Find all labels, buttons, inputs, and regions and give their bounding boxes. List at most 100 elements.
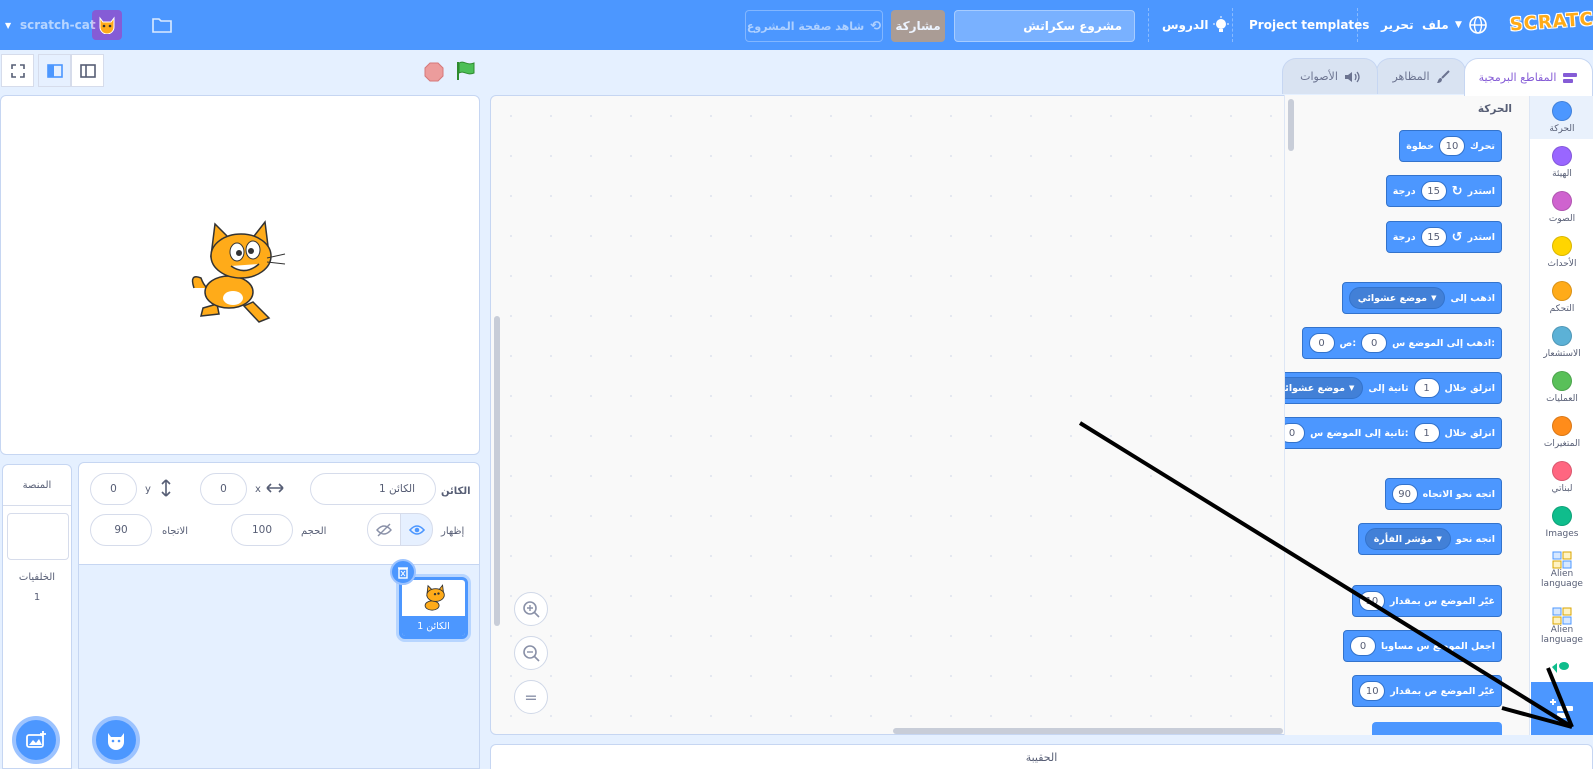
account-chevron-down-icon[interactable]: ▼ [5,0,11,50]
delete-sprite-button[interactable] [390,559,416,585]
block-number-input[interactable]: 0 [1350,636,1377,656]
category-motion[interactable]: الحركة [1530,101,1593,134]
small-stage-button[interactable] [38,54,71,87]
backdrop-thumbnail[interactable] [7,513,69,560]
block-number-input[interactable]: 10 [1358,591,1385,611]
block-number-input[interactable]: 15 [1420,227,1447,247]
palette-scrollbar[interactable] [1288,99,1294,151]
share-button[interactable]: مشاركة [891,10,945,42]
block-move-steps[interactable]: تحرك 10 خطوة [1399,130,1502,162]
add-extension-button[interactable] [1531,682,1593,735]
stage-canvas[interactable] [0,95,480,455]
block-change-x[interactable]: غيّر الموضع س بمقدار 10 [1351,585,1502,617]
tab-costumes[interactable]: المظاهر [1376,58,1466,94]
project-templates-menu[interactable]: Project templates [1249,0,1369,50]
stop-button[interactable] [424,62,444,85]
sprite-name-input[interactable]: الكائن 1 [310,473,436,505]
block-number-input[interactable]: 10 [1438,136,1465,156]
tab-code[interactable]: المقاطع البرمجية [1464,58,1593,96]
block-turn-left[interactable]: استدر ↺ 15 درجة [1385,221,1502,253]
block-goto-target[interactable]: اذهب إلى موضع عشوائي ▼ [1341,282,1502,314]
block-point-towards[interactable]: اتجه نحو مؤشر الفأرة ▼ [1357,523,1502,555]
block-turn-right[interactable]: استدر ↻ 15 درجة [1385,175,1502,207]
block-number-input[interactable]: 1 [1413,423,1440,443]
stop-icon [424,62,444,82]
block-number-input[interactable]: 0 [1308,333,1335,353]
category-label: التحكم [1549,304,1575,314]
rotate-left-icon: ↺ [1451,229,1463,245]
sprite-tile[interactable]: الكائن 1 [399,577,468,639]
block-dropdown[interactable]: موضع عشوائي▼ [1348,287,1446,309]
direction-input[interactable]: 90 [90,514,152,546]
block-number-input[interactable]: 0 [1361,333,1388,353]
category-operators[interactable]: العمليات [1530,371,1593,404]
file-menu[interactable]: ملف [1422,0,1449,50]
category-alien-language-2[interactable]: Alien language [1530,607,1593,645]
cat-sprite[interactable] [189,218,289,328]
category-sensing[interactable]: الاستشعار [1530,326,1593,359]
category-variables[interactable]: المتغيرات [1530,416,1593,449]
dropdown-arrow-icon: ▼ [1349,384,1355,392]
category-images[interactable]: Images [1530,506,1593,539]
block-text: خطوة [1406,140,1434,152]
backpack-header[interactable]: الحقيبة [490,744,1593,769]
block-glide-target[interactable]: انزلق خلال 1 ثانية إلى موضع عشوائي▼ [1285,372,1502,404]
block-number-input[interactable]: 1 [1413,378,1440,398]
see-project-page-button[interactable]: شاهد صفحة المشروع ⟲ [745,10,883,42]
category-label: Images [1545,529,1579,539]
size-input[interactable]: 100 [231,514,293,546]
category-menu: الحركة الهيئة الصوت الأحداث التحكم الاست… [1529,95,1593,735]
block-dropdown[interactable]: مؤشر الفأرة ▼ [1364,528,1451,550]
vertical-scrollbar[interactable] [494,316,500,626]
large-stage-icon [79,63,96,78]
green-flag-button[interactable] [455,60,477,85]
block-number-input[interactable]: 15 [1420,181,1447,201]
zoom-in-button[interactable] [514,592,548,626]
category-my-blocks[interactable]: لبناتي [1530,461,1593,494]
tutorials-button[interactable]: الدروس [1162,0,1230,50]
block-dropdown[interactable]: موضع عشوائي▼ [1285,377,1364,399]
block-text: تحرك [1469,140,1495,152]
block-number-input[interactable]: 0 [1285,423,1306,443]
text-to-speech-icon[interactable] [1550,661,1570,675]
choose-backdrop-button[interactable] [12,716,60,764]
category-dot [1552,146,1572,166]
avatar[interactable] [92,10,122,40]
block-number-input[interactable]: 90 [1391,484,1418,504]
zoom-out-button[interactable] [514,636,548,670]
my-stuff-folder-icon[interactable] [151,15,173,38]
x-position-input[interactable]: 0 [200,473,247,505]
size-label: الحجم [301,526,327,537]
block-change-y[interactable]: غيّر الموضع ص بمقدار 10 [1352,675,1502,707]
edit-menu[interactable]: تحرير [1381,0,1414,50]
zoom-reset-button[interactable]: = [514,680,548,714]
category-events[interactable]: الأحداث [1530,236,1593,269]
hide-sprite-button[interactable] [367,513,401,546]
block-point-direction[interactable]: اتجه نحو الاتجاه 90 [1384,478,1502,510]
block-text: ثانية إلى [1368,382,1409,394]
choose-sprite-button[interactable] [92,716,140,764]
large-stage-button[interactable] [71,54,104,87]
block-goto-xy[interactable]: اذهب إلى الموضع س: 0 ص: 0 [1301,327,1502,359]
y-position-input[interactable]: 0 [90,473,137,505]
tab-sounds[interactable]: الأصوات [1282,58,1378,94]
horizontal-scrollbar[interactable] [893,728,1283,734]
code-workspace[interactable] [490,95,1286,735]
eye-slash-icon [376,523,392,536]
category-looks[interactable]: الهيئة [1530,146,1593,179]
block-glide-xy[interactable]: انزلق خلال 1 ثانية إلى الموضع س: 0 ص: 0 [1285,417,1502,449]
block-set-x[interactable]: اجعل الموضع س مساويا 0 [1343,630,1502,662]
category-control[interactable]: التحكم [1530,281,1593,314]
fullscreen-button[interactable] [1,54,34,87]
language-menu[interactable]: ▼ [1455,0,1488,50]
project-title-input[interactable]: مشروع سكراتش [954,10,1135,42]
category-dot [1552,371,1572,391]
show-sprite-button[interactable] [400,513,433,546]
username-label[interactable]: scratch-cat [20,0,96,50]
category-sound[interactable]: الصوت [1530,191,1593,224]
block-number-input[interactable]: 10 [1359,681,1386,701]
category-alien-language-1[interactable]: Alien language [1530,551,1593,589]
category-label: Alien language [1541,625,1583,645]
scratch-logo[interactable]: SCRATCH [1509,8,1593,43]
cat-face-icon [99,16,115,34]
